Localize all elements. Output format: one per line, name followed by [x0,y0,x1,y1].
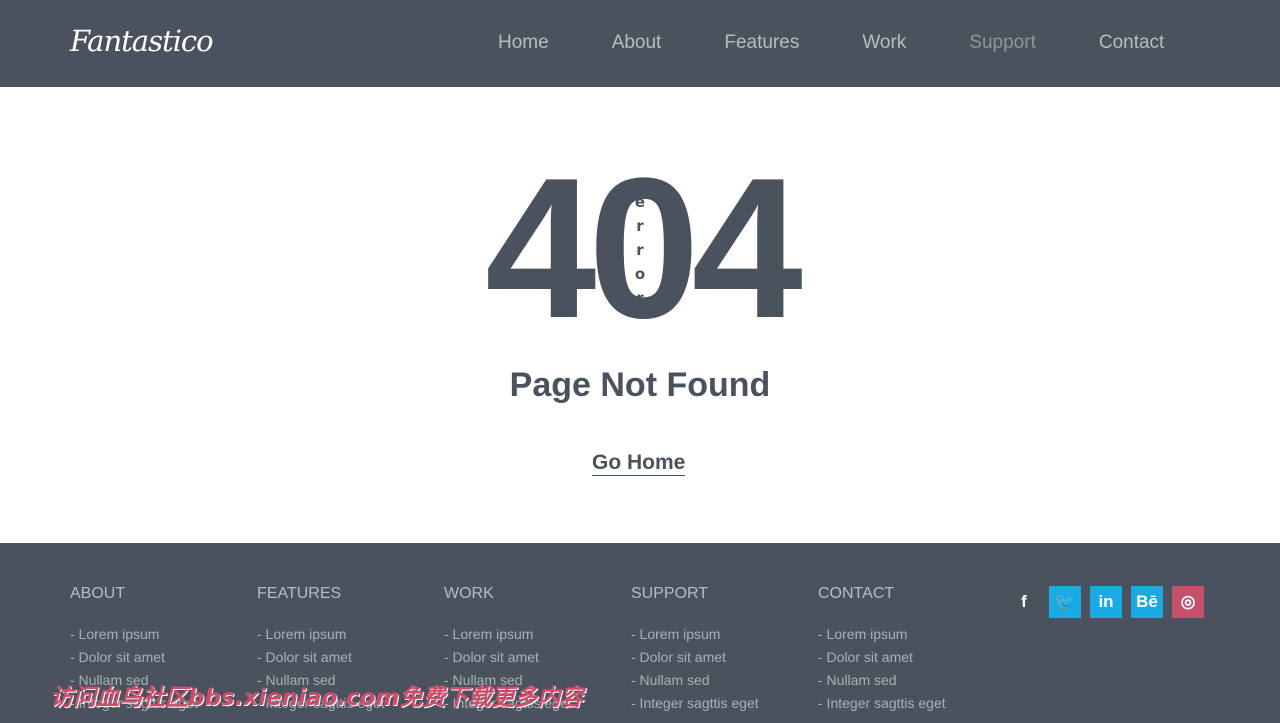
watermark: 访问血鸟社区bbs.xieniao.com免费下载更多内容 [50,685,584,711]
nav-about[interactable]: About [612,32,662,54]
error-vertical-label: e r r o r [634,190,646,310]
footer-link[interactable]: - Integer sagttis eget [818,692,998,715]
facebook-icon[interactable]: f [1008,586,1040,618]
nav-contact[interactable]: Contact [1099,32,1164,54]
footer-column-support: SUPPORT - Lorem ipsum - Dolor sit amet - Nu… [631,585,811,715]
footer-link[interactable]: - Dolor sit amet [257,646,437,669]
nav-home[interactable]: Home [498,32,549,54]
footer-column-title: CONTACT [818,585,895,602]
page-title: Page Not Found [509,366,771,404]
footer-link[interactable]: - Lorem ipsum [70,623,250,646]
nav-features[interactable]: Features [724,32,799,54]
nav-support[interactable]: Support [969,32,1036,54]
linkedin-icon[interactable]: in [1090,586,1122,618]
footer-link[interactable]: - Nullam sed [631,669,811,692]
footer-link[interactable]: - Lorem ipsum [818,623,998,646]
footer-link[interactable]: - Dolor sit amet [818,646,998,669]
footer-link[interactable]: - Dolor sit amet [444,646,624,669]
logo[interactable]: Fantastico [70,24,214,58]
main-nav: Home About Features Work Support Contact [498,32,1227,54]
error-letter: o [634,265,646,283]
footer-link[interactable]: - Lorem ipsum [444,623,624,646]
error-letter: r [636,217,644,235]
go-home-link[interactable]: Go Home [592,451,686,476]
site-header: Fantastico Home About Features Work Supp… [0,0,1280,87]
footer-link[interactable]: - Lorem ipsum [257,623,437,646]
error-letter: r [636,289,644,307]
behance-icon[interactable]: Bē [1131,586,1163,618]
footer-column-title: WORK [444,585,494,602]
footer-link[interactable]: - Nullam sed [818,669,998,692]
footer-link[interactable]: - Dolor sit amet [631,646,811,669]
twitter-icon[interactable]: 🐦 [1049,586,1081,618]
error-letter: e [634,193,646,211]
footer-column-title: SUPPORT [631,585,709,602]
dribbble-icon[interactable]: ◎ [1172,586,1204,618]
footer-link[interactable]: - Integer sagttis eget [631,692,811,715]
error-content: 404 e r r o r Page Not Found Go Home [0,87,1280,543]
footer-column-contact: CONTACT - Lorem ipsum - Dolor sit amet - Nu… [818,585,998,715]
footer-column-title: ABOUT [70,585,126,602]
nav-work[interactable]: Work [862,32,906,54]
footer-link[interactable]: - Dolor sit amet [70,646,250,669]
social-links: f 🐦 in Bē ◎ [1008,586,1204,618]
footer-link[interactable]: - Lorem ipsum [631,623,811,646]
footer-column-title: FEATURES [257,585,342,602]
error-letter: r [636,241,644,259]
